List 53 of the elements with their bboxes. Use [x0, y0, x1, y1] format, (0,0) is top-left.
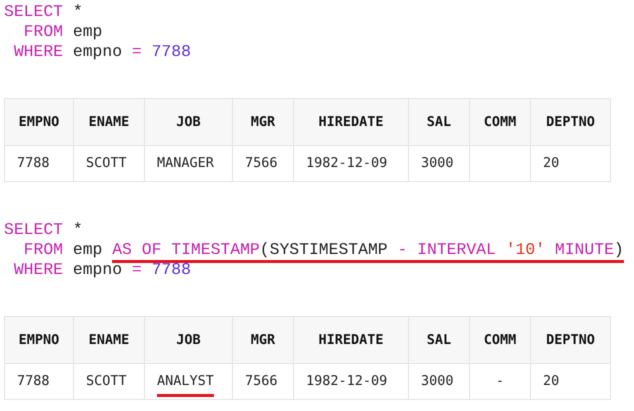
sql-keyword: WHERE: [12, 260, 64, 279]
column-header: ENAME: [74, 98, 144, 146]
table-cell-text: 3000: [421, 373, 454, 390]
sql-keyword: WHERE: [12, 42, 64, 61]
table-cell-text: -: [496, 373, 504, 390]
table-cell-text: 7788: [17, 155, 50, 172]
table-cell-text: 1982-12-09: [306, 373, 388, 390]
sql-keyword: SELECT: [4, 2, 64, 21]
column-header: EMPNO: [4, 98, 74, 146]
table-cell-text: 20: [543, 373, 560, 390]
code-text: (SYSTIMESTAMP: [260, 240, 389, 259]
column-header: SAL: [408, 316, 470, 364]
string-literal: '10': [506, 240, 546, 259]
column-header: DEPTNO: [530, 316, 610, 364]
column-header: MGR: [232, 316, 294, 364]
column-header: SAL: [408, 98, 470, 146]
sql-keyword: MINUTE: [554, 240, 614, 259]
table-cell-text: 7566: [245, 155, 278, 172]
sql-operator: =: [132, 260, 143, 279]
table-cell-text: ANALYST: [157, 373, 214, 390]
table-cell-text: SCOTT: [86, 373, 127, 390]
number-literal: 7788: [152, 42, 191, 61]
sql-keyword: SELECT: [4, 220, 64, 239]
column-header: COMM: [470, 316, 530, 364]
table-cell-text: 7566: [245, 373, 278, 390]
column-header: JOB: [144, 316, 232, 364]
table-cell-text: 1982-12-09: [306, 155, 388, 172]
code-text: emp: [72, 240, 104, 259]
sql-keyword: FROM: [22, 22, 64, 41]
code-text: empno: [72, 42, 124, 61]
sql-keyword: FROM: [22, 240, 64, 259]
column-header: JOB: [144, 98, 232, 146]
column-header: COMM: [470, 98, 530, 146]
number-literal: 7788: [152, 260, 191, 279]
table-cell-text: MANAGER: [157, 155, 214, 172]
column-header: ENAME: [74, 316, 144, 364]
code-text: empno: [72, 260, 124, 279]
sql-keyword: - INTERVAL: [397, 240, 497, 259]
column-header: HIREDATE: [294, 316, 408, 364]
column-header: EMPNO: [4, 316, 74, 364]
table-cell-text: SCOTT: [86, 155, 127, 172]
column-header: MGR: [232, 98, 294, 146]
code-text: *: [72, 220, 83, 239]
sql-operator: =: [132, 42, 143, 61]
table-cell-text: 3000: [421, 155, 454, 172]
code-text: *: [72, 2, 83, 21]
table-cell-text: 7788: [17, 373, 50, 390]
sql-keyword: AS OF TIMESTAMP: [112, 240, 260, 259]
column-header: DEPTNO: [530, 98, 610, 146]
code-text: ): [614, 240, 624, 259]
code-text: emp: [72, 22, 102, 41]
column-header: HIREDATE: [294, 98, 408, 146]
table-cell-text: 20: [543, 155, 560, 172]
